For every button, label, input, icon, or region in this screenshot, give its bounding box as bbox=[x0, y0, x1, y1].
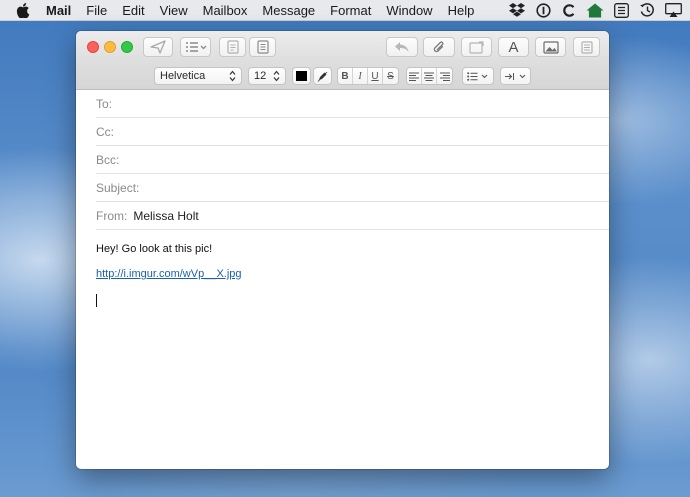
up-down-icon bbox=[273, 70, 280, 82]
time-machine-icon[interactable] bbox=[638, 2, 656, 18]
menu-mailbox[interactable]: Mailbox bbox=[203, 3, 248, 18]
1password-icon[interactable] bbox=[534, 2, 552, 18]
header-fields-button[interactable] bbox=[180, 37, 211, 57]
font-family-value: Helvetica bbox=[160, 70, 206, 82]
close-button[interactable] bbox=[87, 41, 99, 53]
list-style-menu[interactable] bbox=[462, 67, 494, 85]
template-button[interactable] bbox=[573, 37, 600, 57]
header-fields: To: Cc: Bcc: Subject: From: Melissa Holt bbox=[76, 90, 609, 230]
airplay-icon[interactable] bbox=[664, 2, 682, 18]
strikethrough-button[interactable]: S bbox=[383, 68, 398, 84]
text-cursor bbox=[96, 294, 97, 307]
markup-button[interactable] bbox=[461, 37, 492, 57]
align-left-button[interactable] bbox=[407, 68, 422, 84]
alignment-group bbox=[406, 67, 453, 85]
body-text-line: Hey! Go look at this pic! bbox=[96, 243, 213, 255]
highlighter-icon bbox=[317, 71, 328, 82]
compose-window: A Helvetica 12 B I U S To: Cc: Bcc: Subj… bbox=[76, 31, 609, 469]
attach-doc-button[interactable] bbox=[219, 37, 246, 57]
background-color-button[interactable] bbox=[313, 67, 332, 85]
align-center-button[interactable] bbox=[422, 68, 437, 84]
align-right-button[interactable] bbox=[437, 68, 452, 84]
header-fields-icon bbox=[185, 42, 206, 52]
window-toolbar: A bbox=[76, 31, 609, 62]
align-left-icon bbox=[409, 72, 419, 81]
send-button[interactable] bbox=[143, 37, 173, 57]
image-link[interactable]: http://i.imgur.com/wVp__X.jpg bbox=[96, 268, 242, 280]
minimize-button[interactable] bbox=[104, 41, 116, 53]
font-size-select[interactable]: 12 bbox=[248, 67, 286, 85]
font-family-select[interactable]: Helvetica bbox=[154, 67, 242, 85]
send-icon bbox=[150, 40, 166, 54]
template-icon bbox=[580, 40, 593, 54]
font-button[interactable]: A bbox=[498, 37, 529, 57]
subject-label: Subject: bbox=[96, 180, 140, 195]
to-label: To: bbox=[96, 96, 113, 111]
markup-icon bbox=[468, 40, 484, 54]
notes-button[interactable] bbox=[249, 37, 276, 57]
subject-field[interactable]: Subject: bbox=[96, 174, 609, 202]
font-size-value: 12 bbox=[254, 70, 267, 82]
message-body[interactable]: Hey! Go look at this pic! http://i.imgur… bbox=[76, 230, 609, 319]
to-field[interactable]: To: bbox=[96, 90, 609, 118]
reply-button[interactable] bbox=[386, 37, 418, 57]
format-bar: Helvetica 12 B I U S bbox=[76, 62, 609, 90]
cc-field[interactable]: Cc: bbox=[96, 118, 609, 146]
home-icon[interactable] bbox=[586, 2, 604, 18]
bcc-label: Bcc: bbox=[96, 152, 120, 167]
zoom-button[interactable] bbox=[121, 41, 133, 53]
menu-view[interactable]: View bbox=[160, 3, 188, 18]
from-value[interactable]: Melissa Holt bbox=[133, 209, 198, 223]
color-swatch bbox=[296, 71, 307, 81]
paperclip-icon bbox=[433, 40, 444, 52]
text-color-well[interactable] bbox=[292, 67, 311, 85]
menu-app-mail[interactable]: Mail bbox=[46, 3, 71, 18]
dropbox-icon[interactable] bbox=[508, 2, 526, 18]
menu-bar: Mail File Edit View Mailbox Message Form… bbox=[0, 0, 690, 21]
align-right-icon bbox=[439, 72, 450, 81]
bold-button[interactable]: B bbox=[338, 68, 353, 84]
menu-window[interactable]: Window bbox=[386, 3, 432, 18]
font-icon: A bbox=[508, 38, 519, 56]
apple-menu-icon[interactable] bbox=[16, 2, 30, 18]
photo-browser-icon bbox=[542, 40, 559, 54]
italic-button[interactable]: I bbox=[353, 68, 368, 84]
menu-edit[interactable]: Edit bbox=[122, 3, 144, 18]
reply-icon bbox=[395, 42, 409, 52]
align-center-icon bbox=[424, 72, 434, 81]
photo-browser-button[interactable] bbox=[535, 37, 566, 57]
status-area bbox=[500, 0, 682, 20]
menu-format[interactable]: Format bbox=[330, 3, 371, 18]
attach-button[interactable] bbox=[423, 37, 455, 57]
attach-doc-icon bbox=[226, 40, 239, 54]
menu-message[interactable]: Message bbox=[262, 3, 315, 18]
menu-help[interactable]: Help bbox=[448, 3, 475, 18]
list-icon bbox=[467, 71, 488, 81]
notes-icon bbox=[256, 40, 269, 54]
menu-file[interactable]: File bbox=[86, 3, 107, 18]
indent-icon bbox=[504, 72, 525, 80]
indent-menu[interactable] bbox=[500, 67, 531, 85]
underline-button[interactable]: U bbox=[368, 68, 383, 84]
bcc-field[interactable]: Bcc: bbox=[96, 146, 609, 174]
from-label: From: bbox=[96, 208, 128, 223]
from-field[interactable]: From: Melissa Holt bbox=[96, 202, 609, 230]
keyboard-icon[interactable] bbox=[612, 2, 630, 18]
c-app-icon[interactable] bbox=[560, 2, 578, 18]
text-style-group: B I U S bbox=[337, 67, 399, 85]
up-down-icon bbox=[229, 70, 236, 82]
cc-label: Cc: bbox=[96, 124, 114, 139]
